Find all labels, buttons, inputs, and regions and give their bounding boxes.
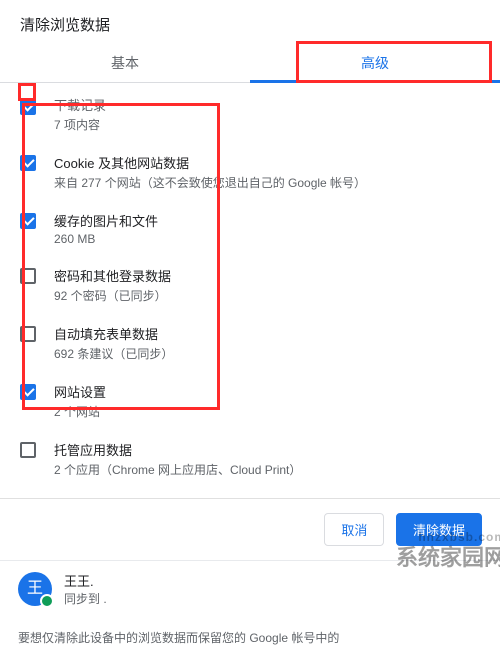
dialog-tabs: 基本 高级 bbox=[0, 43, 500, 83]
list-item: 下载记录 7 项内容 bbox=[4, 87, 492, 143]
account-sub: 同步到 . bbox=[64, 590, 107, 607]
item-desc: 2 个网站 bbox=[54, 403, 484, 420]
avatar-initial: 王 bbox=[27, 580, 43, 597]
tab-basic[interactable]: 基本 bbox=[0, 43, 250, 82]
item-title: 缓存的图片和文件 bbox=[54, 211, 484, 230]
list-item: 自动填充表单数据 692 条建议（已同步） bbox=[4, 314, 492, 372]
list-item: 托管应用数据 2 个应用（Chrome 网上应用店、Cloud Print） bbox=[4, 430, 492, 488]
item-title: Cookie 及其他网站数据 bbox=[54, 153, 484, 172]
checkbox-download-history[interactable] bbox=[20, 99, 36, 115]
item-title: 网站设置 bbox=[54, 382, 484, 401]
account-name: 王王. bbox=[64, 571, 107, 590]
item-desc: 92 个密码（已同步） bbox=[54, 287, 484, 304]
tab-advanced[interactable]: 高级 bbox=[250, 43, 500, 82]
item-title: 下载记录 bbox=[54, 95, 484, 114]
checkbox-site-settings[interactable] bbox=[20, 384, 36, 400]
list-item: 网站设置 2 个网站 bbox=[4, 372, 492, 430]
footnote-text: 要想仅清除此设备中的浏览数据而保留您的 Google 帐号中的 bbox=[0, 617, 500, 646]
item-desc: 692 条建议（已同步） bbox=[54, 345, 484, 362]
list-item: 缓存的图片和文件 260 MB bbox=[4, 201, 492, 256]
checkbox-passwords[interactable] bbox=[20, 268, 36, 284]
list-item: Cookie 及其他网站数据 来自 277 个网站（这不会致使您退出自己的 Go… bbox=[4, 143, 492, 201]
item-desc: 来自 277 个网站（这不会致使您退出自己的 Google 帐号） bbox=[54, 174, 484, 191]
checkbox-hosted-apps[interactable] bbox=[20, 442, 36, 458]
avatar: 王 bbox=[18, 572, 52, 606]
list-item: 密码和其他登录数据 92 个密码（已同步） bbox=[4, 256, 492, 314]
checkbox-cookies[interactable] bbox=[20, 155, 36, 171]
item-title: 密码和其他登录数据 bbox=[54, 266, 484, 285]
item-desc: 2 个应用（Chrome 网上应用店、Cloud Print） bbox=[54, 461, 484, 478]
clear-browsing-data-dialog: 清除浏览数据 基本 高级 下载记录 7 项内容 Cookie 及其他网站数据 来… bbox=[0, 0, 500, 568]
sync-badge-icon bbox=[40, 594, 54, 608]
item-title: 自动填充表单数据 bbox=[54, 324, 484, 343]
checkbox-autofill[interactable] bbox=[20, 326, 36, 342]
dialog-title: 清除浏览数据 bbox=[0, 0, 500, 43]
watermark: hnzxbsb.com 系统家园网 bbox=[316, 530, 500, 572]
item-title: 托管应用数据 bbox=[54, 440, 484, 459]
item-desc: 7 项内容 bbox=[54, 116, 484, 133]
checkbox-cache[interactable] bbox=[20, 213, 36, 229]
data-type-list: 下载记录 7 项内容 Cookie 及其他网站数据 来自 277 个网站（这不会… bbox=[0, 83, 500, 492]
watermark-text: 系统家园网 bbox=[316, 540, 500, 572]
item-desc: 260 MB bbox=[54, 232, 484, 246]
